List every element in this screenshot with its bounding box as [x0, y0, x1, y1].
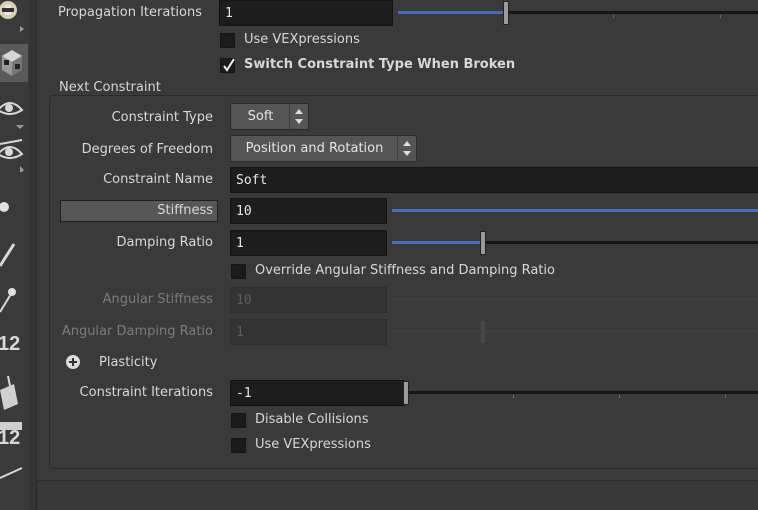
number-12-icon[interactable]: 12: [0, 326, 28, 364]
checkmark-icon: [223, 58, 235, 72]
number-12-label: 12: [0, 427, 20, 449]
constraint-name-label: Constraint Name: [103, 172, 213, 187]
bucket-icon[interactable]: [0, 372, 28, 410]
switch-constraint-type-label: Switch Constraint Type When Broken: [244, 57, 516, 72]
number-12-label: 12: [0, 333, 20, 355]
stiffness-label: Stiffness: [157, 203, 213, 218]
plasticity-label[interactable]: Plasticity: [99, 355, 157, 370]
slider-handle[interactable]: [403, 381, 409, 405]
override-angular-checkbox[interactable]: [231, 264, 246, 279]
slider-handle: [480, 320, 486, 344]
constraint-name-field[interactable]: Soft: [230, 167, 758, 193]
shelf-toolbar: 12 12: [0, 0, 30, 510]
degrees-of-freedom-menu[interactable]: Position and Rotation: [230, 135, 417, 162]
stiffness-slider[interactable]: [392, 199, 758, 223]
sphere-icon[interactable]: [0, 188, 28, 226]
use-vexpressions-top-label: Use VEXpressions: [244, 32, 360, 47]
constraint-iterations-label: Constraint Iterations: [79, 385, 213, 400]
brush-icon[interactable]: [0, 236, 28, 274]
propagation-iterations-slider[interactable]: [398, 1, 758, 25]
angular-damping-ratio-label: Angular Damping Ratio: [61, 324, 213, 339]
updown-arrows-icon: [289, 104, 308, 129]
override-angular-label: Override Angular Stiffness and Damping R…: [255, 263, 555, 278]
disable-collisions-checkbox[interactable]: [231, 413, 246, 428]
use-vexpressions-label: Use VEXpressions: [255, 437, 371, 452]
disable-collisions-label: Disable Collisions: [255, 412, 369, 427]
number-12-icon[interactable]: 12: [0, 418, 28, 456]
line-icon[interactable]: [0, 460, 28, 498]
angular-stiffness-label: Angular Stiffness: [102, 292, 213, 307]
angular-stiffness-field: 10: [230, 287, 387, 313]
propagation-iterations-label: Propagation Iterations: [57, 5, 202, 20]
pin-icon[interactable]: [0, 282, 28, 320]
use-vexpressions-checkbox[interactable]: [231, 438, 246, 453]
switch-constraint-type-checkbox[interactable]: [220, 58, 235, 73]
constraint-type-menu[interactable]: Soft: [230, 103, 309, 130]
stiffness-field[interactable]: 10: [230, 198, 387, 224]
constraint-iterations-slider[interactable]: [403, 381, 758, 405]
next-constraint-title: Next Constraint: [55, 80, 165, 95]
use-vexpressions-top-checkbox[interactable]: [220, 33, 235, 48]
angular-damping-ratio-field: 1: [230, 319, 387, 345]
angular-stiffness-slider: [392, 288, 758, 312]
eye-icon[interactable]: [0, 134, 28, 172]
constraint-iterations-field[interactable]: -1: [230, 380, 405, 406]
constraint-type-value: Soft: [247, 109, 274, 124]
eye-icon[interactable]: [0, 92, 28, 130]
slider-handle[interactable]: [503, 1, 509, 25]
cube-icon[interactable]: [0, 44, 28, 82]
propagation-iterations-field[interactable]: 1: [219, 0, 393, 26]
degrees-of-freedom-value: Position and Rotation: [245, 141, 384, 156]
expand-plus-icon[interactable]: [65, 354, 81, 370]
updown-arrows-icon: [397, 136, 416, 161]
damping-ratio-field[interactable]: 1: [230, 230, 387, 256]
damping-ratio-slider[interactable]: [392, 231, 758, 255]
skull-icon[interactable]: [0, 0, 28, 38]
constraint-type-label: Constraint Type: [111, 110, 213, 125]
angular-damping-ratio-slider: [392, 320, 758, 344]
damping-ratio-label: Damping Ratio: [116, 235, 213, 250]
degrees-of-freedom-label: Degrees of Freedom: [81, 142, 213, 157]
slider-handle[interactable]: [480, 231, 486, 255]
